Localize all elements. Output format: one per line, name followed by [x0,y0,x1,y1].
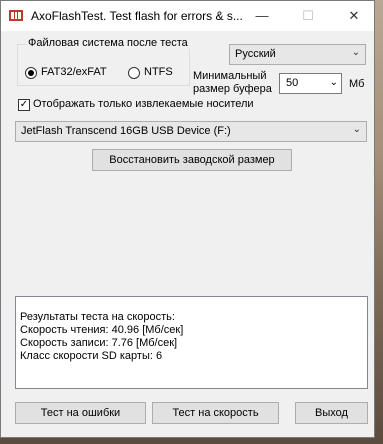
fat32-radio-label[interactable]: FAT32/exFAT [41,66,107,78]
buffer-size-value[interactable]: 50 [286,77,298,89]
results-line: Результаты теста на скорость: [20,311,175,323]
language-select[interactable]: Русский ⌄ [229,44,366,65]
close-button[interactable]: ✕ [331,1,377,31]
chevron-down-icon: ⌄ [352,124,361,135]
maximize-button[interactable]: ☐ [285,1,331,31]
ntfs-radio-label[interactable]: NTFS [144,66,173,78]
minimize-button[interactable]: — [239,1,285,31]
buffer-label-line2: размер буфера [193,83,272,95]
title-bar[interactable]: AxoFlashTest. Test flash for errors & s.… [1,1,374,31]
language-select-value: Русский [235,48,276,60]
filesystem-groupbox: Файловая система после теста FAT32/exFAT… [17,37,190,86]
ntfs-radio[interactable] [128,67,140,79]
device-select-value: JetFlash Transcend 16GB USB Device (F:) [21,125,231,137]
results-line: Скорость записи: 7.76 [Мб/сек] [20,337,178,349]
buffer-size-stepper[interactable]: 50 ⌄ [279,73,342,94]
fat32-radio[interactable] [25,67,37,79]
app-logo-icon [9,10,23,21]
window-title: AxoFlashTest. Test flash for errors & s.… [31,9,243,23]
filesystem-group-title: Файловая система после теста [26,37,190,49]
app-window: AxoFlashTest. Test flash for errors & s.… [0,0,375,438]
chevron-down-icon: ⌄ [351,47,360,58]
removable-only-checkbox[interactable]: ✓ [18,99,30,111]
results-line: Скорость чтения: 40.96 [Мб/сек] [20,324,184,336]
device-select[interactable]: JetFlash Transcend 16GB USB Device (F:) … [15,121,367,142]
chevron-down-icon[interactable]: ⌄ [330,77,338,88]
exit-button[interactable]: Выход [295,402,368,424]
buffer-unit: Мб [349,78,365,90]
results-line: Класс скорости SD карты: 6 [20,350,163,362]
buffer-label-line1: Минимальный [193,70,267,82]
test-speed-button[interactable]: Тест на скорость [152,402,279,424]
removable-only-label[interactable]: Отображать только извлекаемые носители [33,98,254,110]
results-textbox[interactable]: Результаты теста на скорость: Скорость ч… [15,296,368,389]
test-errors-button[interactable]: Тест на ошибки [15,402,146,424]
restore-factory-size-button[interactable]: Восстановить заводской размер [92,149,292,171]
